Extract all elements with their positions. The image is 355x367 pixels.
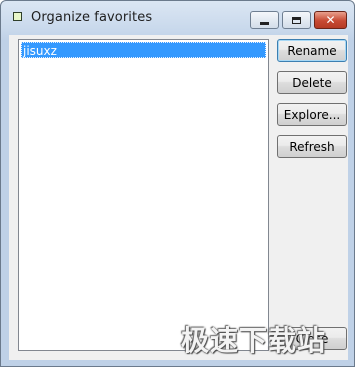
maximize-icon bbox=[292, 16, 301, 24]
window-close-button[interactable]: ✕ bbox=[314, 11, 347, 29]
explore-button[interactable]: Explore... bbox=[277, 103, 347, 126]
title-bar[interactable]: Organize favorites ✕ bbox=[1, 1, 354, 35]
minimize-icon bbox=[260, 21, 269, 25]
list-item[interactable]: jisuxz bbox=[21, 42, 266, 58]
organize-favorites-window: Organize favorites ✕ jisuxz Rename Delet… bbox=[0, 0, 355, 367]
maximize-button[interactable] bbox=[282, 11, 311, 29]
window-title: Organize favorites bbox=[31, 10, 153, 25]
delete-button[interactable]: Delete bbox=[277, 71, 347, 94]
watermark-logo: 极速下载站 bbox=[181, 324, 327, 357]
close-icon: ✕ bbox=[325, 13, 336, 27]
refresh-button[interactable]: Refresh bbox=[277, 135, 347, 158]
rename-button[interactable]: Rename bbox=[277, 39, 347, 62]
dialog-client-area: jisuxz Rename Delete Explore... Refresh … bbox=[9, 35, 348, 360]
favorites-list[interactable]: jisuxz bbox=[18, 39, 269, 351]
minimize-button[interactable] bbox=[250, 11, 279, 29]
app-icon bbox=[13, 12, 22, 21]
